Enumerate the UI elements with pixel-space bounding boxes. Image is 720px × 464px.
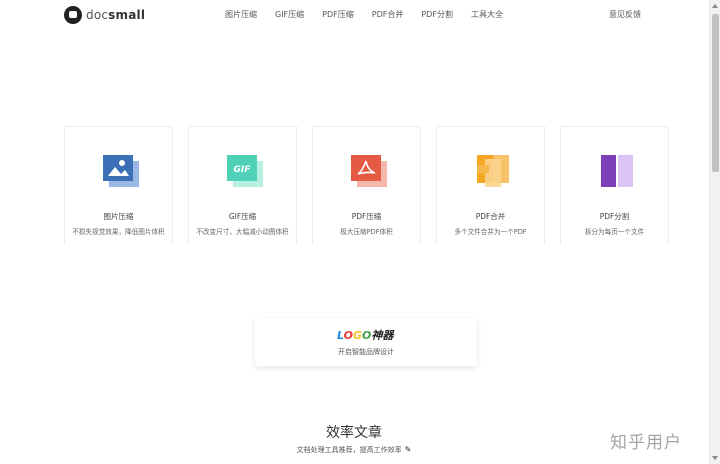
tool-title: PDF分割 (599, 212, 630, 221)
feedback-link[interactable]: 意见反馈 (609, 9, 641, 20)
tool-card-image-compress[interactable]: 图片压缩 不损失视觉效果，降低图片体积 (64, 126, 173, 244)
tool-title: GIF压缩 (228, 212, 257, 221)
nav-item-image-compress[interactable]: 图片压缩 (225, 9, 257, 20)
site-logo[interactable]: docsmall (64, 6, 145, 24)
tool-desc: 不损失视觉效果，降低图片体积 (72, 228, 165, 236)
tool-card-pdf-split[interactable]: PDF分割 拆分为每页一个文件 (560, 126, 669, 244)
gif-icon: GIF (227, 155, 263, 187)
tool-desc: 拆分为每页一个文件 (584, 228, 645, 236)
tool-card-gif-compress[interactable]: GIF GIF压缩 不改变尺寸，大幅减小动图体积 (188, 126, 297, 244)
tool-cards: 图片压缩 不损失视觉效果，降低图片体积 GIF GIF压缩 不改变尺寸，大幅减小… (64, 126, 684, 244)
tool-title: PDF压缩 (351, 212, 382, 221)
nav-item-pdf-compress[interactable]: PDF压缩 (322, 9, 354, 20)
watermark: 知乎用户 (610, 433, 682, 453)
section-subtitle: 文档处理工具推荐，提高工作效率 ✎ (0, 445, 708, 455)
tool-title: PDF合并 (475, 212, 506, 221)
nav-item-pdf-split[interactable]: PDF分割 (421, 9, 453, 20)
section-subtitle-text: 文档处理工具推荐，提高工作效率 (296, 446, 402, 454)
top-header: docsmall 图片压缩 GIF压缩 PDF压缩 PDF合并 PDF分割 工具… (0, 0, 708, 30)
vertical-scrollbar[interactable] (709, 0, 720, 464)
svg-text:GIF: GIF (234, 165, 252, 175)
tool-desc: 极大压缩PDF体积 (340, 228, 393, 236)
logo-generator-logo: LOGO神器 (337, 329, 394, 342)
pdf-icon (351, 155, 387, 187)
banner-subtitle: 开启智能品牌设计 (338, 348, 394, 356)
scroll-up-arrow-icon[interactable] (712, 4, 718, 8)
nav-item-pdf-merge[interactable]: PDF合并 (372, 9, 404, 20)
tool-card-pdf-merge[interactable]: PDF合并 多个文件合并为一个PDF (436, 126, 545, 244)
scroll-thumb[interactable] (712, 14, 719, 172)
tool-desc: 不改变尺寸，大幅减小动图体积 (196, 228, 289, 236)
logo-text: docsmall (86, 8, 146, 22)
split-icon (601, 153, 633, 189)
nav-item-all-tools[interactable]: 工具大全 (471, 9, 503, 20)
tool-title: 图片压缩 (103, 212, 134, 221)
logo-generator-banner[interactable]: LOGO神器 开启智能品牌设计 (255, 318, 477, 366)
tool-card-pdf-compress[interactable]: PDF压缩 极大压缩PDF体积 (312, 126, 421, 244)
tool-desc: 多个文件合并为一个PDF (454, 228, 527, 236)
scroll-down-arrow-icon[interactable] (712, 456, 718, 460)
merge-icon (477, 155, 509, 187)
nav-item-gif-compress[interactable]: GIF压缩 (275, 9, 304, 20)
pen-icon: ✎ (404, 445, 412, 454)
logo-icon (64, 6, 82, 24)
image-icon (103, 155, 139, 187)
main-nav: 图片压缩 GIF压缩 PDF压缩 PDF合并 PDF分割 工具大全 (225, 9, 521, 20)
section-title: 效率文章 (326, 425, 382, 441)
